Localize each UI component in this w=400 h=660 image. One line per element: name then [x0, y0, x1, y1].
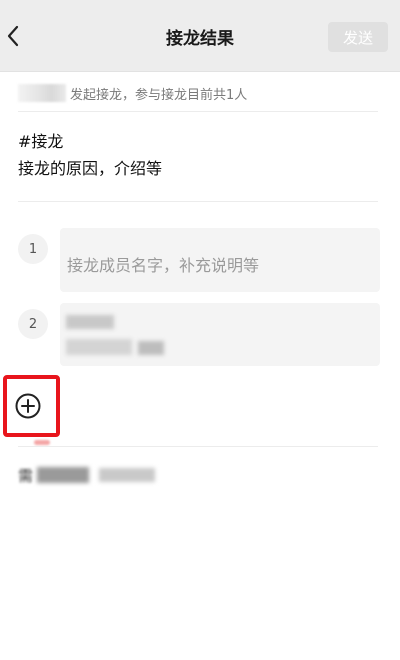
initiator-name-blurred [18, 84, 66, 102]
entry-number-1: 1 [18, 234, 48, 264]
entry-number-2: 2 [18, 309, 48, 339]
entry-value-blurred [138, 341, 164, 355]
highlight-artifact [34, 440, 50, 445]
topic-tag[interactable]: #接龙 [18, 128, 63, 152]
divider [18, 201, 378, 202]
topic-description[interactable]: 接龙的原因，介绍等 [18, 155, 162, 179]
footer-blurred [99, 468, 156, 482]
footer-blurred [37, 467, 90, 483]
initiator-summary: 发起接龙，参与接龙目前共1人 [70, 87, 248, 103]
entry-placeholder: 接龙成员名字，补充说明等 [67, 256, 260, 275]
entry-value-blurred [66, 315, 114, 329]
entry-input-1[interactable]: 接龙成员名字，补充说明等 [60, 228, 380, 292]
entry-value-blurred [66, 339, 132, 355]
header-bar: 接龙结果 发送 [0, 0, 400, 72]
initiator-info: 发起接龙，参与接龙目前共1人 [18, 82, 247, 104]
divider [18, 111, 378, 112]
divider [18, 446, 378, 447]
entry-input-2[interactable] [60, 303, 380, 366]
footer-note: 需 [18, 462, 156, 488]
send-button[interactable]: 发送 [328, 22, 388, 52]
plus-circle-icon [15, 393, 41, 419]
footer-text: 需 [18, 466, 34, 485]
add-entry-button[interactable] [14, 392, 42, 420]
